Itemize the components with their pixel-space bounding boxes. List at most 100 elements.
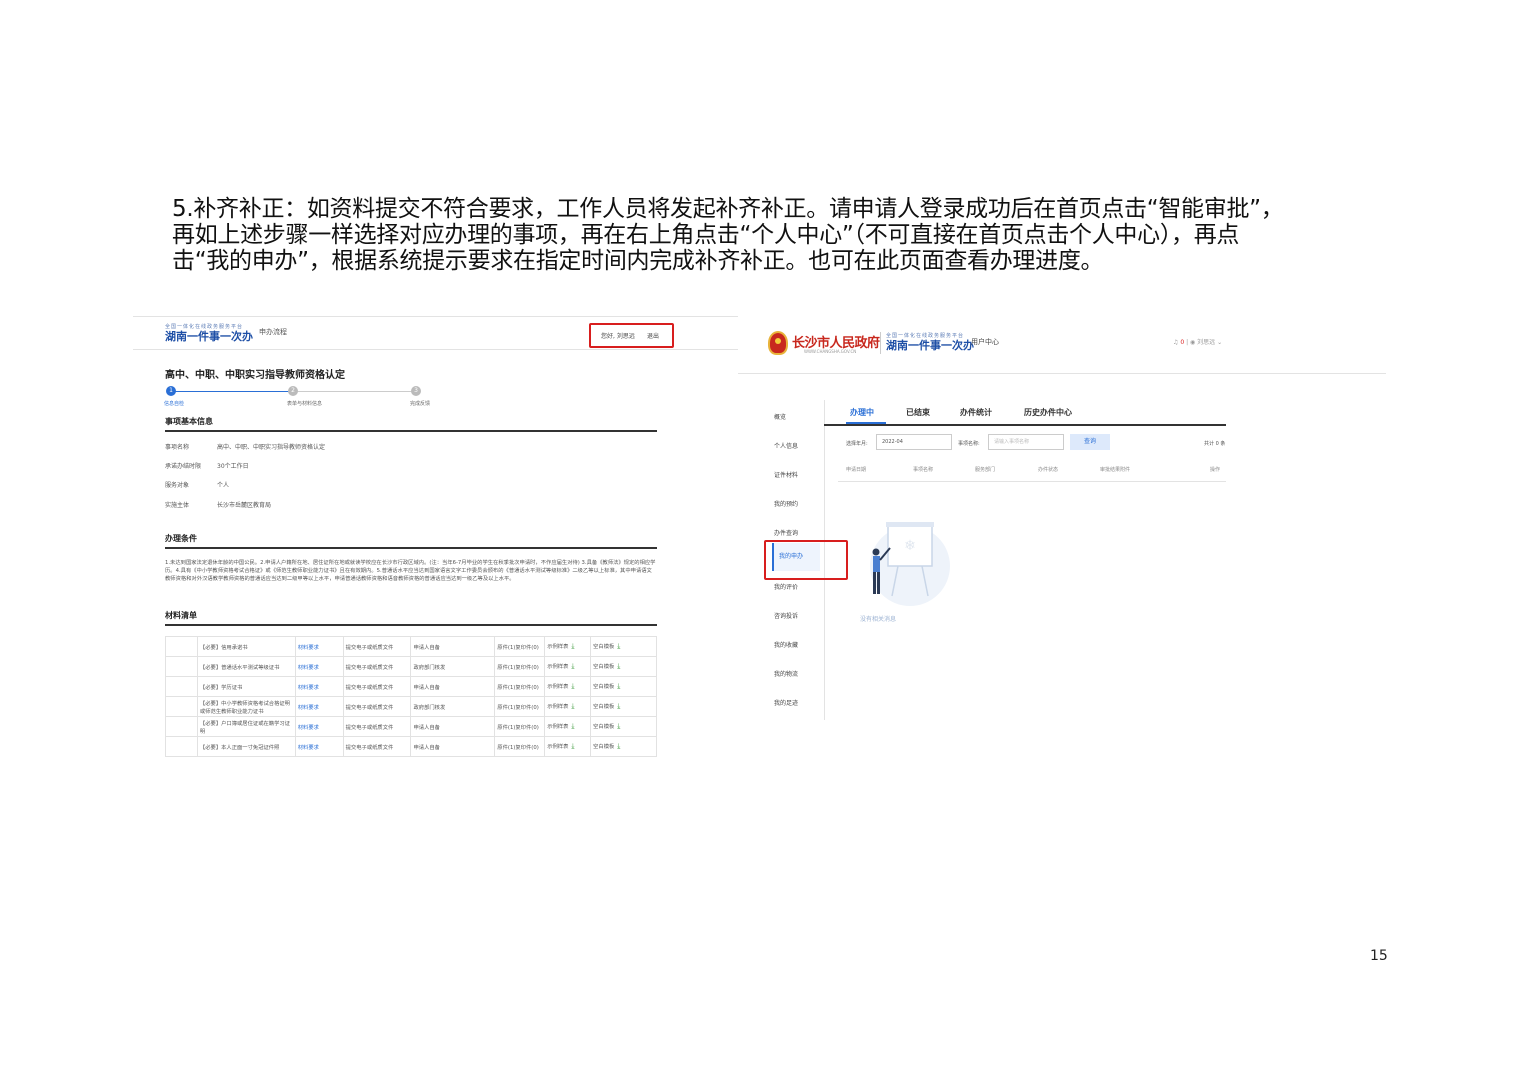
- column-header: 申请日期: [846, 467, 867, 473]
- total-count: 共计 0 条: [1204, 441, 1226, 447]
- top-header: 长沙市人民政府 WWW.CHANGSHA.GOV.CN 全国一体化在线政务服务平…: [738, 316, 1386, 374]
- item-name-label: 事项名称:: [958, 441, 980, 447]
- user-name-menu[interactable]: 刘思远: [1197, 339, 1215, 346]
- blank-template-link[interactable]: 空白模板 ⤓: [590, 736, 657, 757]
- tab-bar: 办理中 已结束 办件统计 历史办件中心: [824, 404, 1226, 426]
- user-area-highlight: 您好, 刘思远 退出: [589, 323, 674, 348]
- svg-text:❄: ❄: [904, 538, 916, 554]
- gov-url: WWW.CHANGSHA.GOV.CN: [804, 349, 857, 354]
- sidebar-item-favorites[interactable]: 我的收藏: [774, 640, 798, 649]
- column-header: 事项名称: [913, 467, 934, 473]
- material-requirement-link[interactable]: 材料要求: [294, 696, 344, 717]
- instruction-line: 5.补齐补正：如资料提交不符合要求，工作人员将发起补齐补正。请申请人登录成功后在…: [172, 196, 1284, 222]
- download-icon: ⤓: [617, 662, 621, 670]
- blank-template-link[interactable]: 空白模板 ⤓: [590, 696, 657, 717]
- download-icon: ⤓: [571, 642, 575, 650]
- sample-link[interactable]: 示例样表 ⤓: [544, 636, 592, 657]
- tab-in-progress[interactable]: 办理中: [850, 407, 874, 418]
- table-row: 【必要】中小学教师资格考试合格证明或师范生教师职业能力证书 材料要求 提交电子或纸质…: [165, 696, 657, 717]
- sidebar-item-case-query[interactable]: 办件查询: [774, 528, 798, 537]
- download-icon: ⤓: [571, 722, 575, 730]
- year-month-input[interactable]: 2022-04: [876, 434, 952, 450]
- empty-state-illustration: ❄: [870, 522, 950, 606]
- basic-info-row: 承诺办结时限 30个工作日: [165, 463, 249, 470]
- material-requirement-link[interactable]: 材料要求: [294, 716, 344, 737]
- tab-history-center[interactable]: 历史办件中心: [1024, 407, 1072, 418]
- top-header: 全国一体化在线政务服务平台 湖南一件事一次办 申办流程 您好, 刘思远 退出: [133, 316, 738, 350]
- sidebar-item-personal-info[interactable]: 个人信息: [774, 441, 798, 450]
- sample-link[interactable]: 示例样表 ⤓: [544, 736, 592, 757]
- notification-count[interactable]: 0: [1180, 339, 1184, 346]
- chevron-down-icon[interactable]: ⌄: [1217, 339, 1222, 346]
- material-requirement-link[interactable]: 材料要求: [294, 676, 344, 697]
- download-icon: ⤓: [571, 662, 575, 670]
- logout-link[interactable]: 退出: [647, 331, 659, 340]
- sidebar-item-overview[interactable]: 概览: [774, 412, 786, 421]
- greeting-link[interactable]: 您好, 刘思远: [601, 331, 635, 340]
- user-icon: ◉: [1190, 339, 1196, 346]
- sidebar-item-complaints[interactable]: 咨询投诉: [774, 611, 798, 620]
- sidebar-item-history[interactable]: 我的足迹: [774, 698, 798, 707]
- blank-template-link[interactable]: 空白模板 ⤓: [590, 716, 657, 737]
- empty-state-text: 没有相关消息: [860, 616, 897, 623]
- sample-link[interactable]: 示例样表 ⤓: [544, 696, 592, 717]
- download-icon: ⤓: [571, 702, 575, 710]
- sample-link[interactable]: 示例样表 ⤓: [544, 716, 592, 737]
- table-row: 【必要】本人正面一寸免冠证件照 材料要求 提交电子或纸质文件 申请人自备 原件(1)复印…: [165, 736, 657, 757]
- tab-finished[interactable]: 已结束: [906, 407, 930, 418]
- top-right-user: ♫ 0 | ◉ 刘思远 ⌄: [1173, 339, 1223, 346]
- materials-heading: 材料清单: [165, 611, 197, 620]
- divider: [880, 332, 881, 354]
- divider: [838, 481, 1226, 482]
- step-3-dot: 3: [411, 386, 421, 396]
- table-row: 【必要】信用承诺书 材料要求 提交电子或纸质文件 申请人自备 原件(1)复印件(0) 示例…: [165, 636, 657, 657]
- instruction-text: 5.补齐补正：如资料提交不符合要求，工作人员将发起补齐补正。请申请人登录成功后在…: [172, 196, 1362, 274]
- download-icon: ⤓: [617, 742, 621, 750]
- flow-link[interactable]: 申办流程: [259, 327, 287, 337]
- download-icon: ⤓: [617, 682, 621, 690]
- step-2-label: 表单与材料信息: [287, 401, 323, 407]
- download-icon: ⤓: [617, 722, 621, 730]
- material-requirement-link[interactable]: 材料要求: [294, 736, 344, 757]
- instruction-line: 击“我的申办”，根据系统提示要求在指定时间内完成补齐补正。也可在此页面查看办理进…: [172, 248, 1104, 274]
- download-icon: ⤓: [571, 682, 575, 690]
- basic-info-row: 事项名称 高中、中职、中职实习指导教师资格认定: [165, 444, 326, 451]
- sample-link[interactable]: 示例样表 ⤓: [544, 676, 592, 697]
- material-requirement-link[interactable]: 材料要求: [294, 656, 344, 677]
- page-number: 15: [1370, 948, 1388, 964]
- materials-table: 【必要】信用承诺书 材料要求 提交电子或纸质文件 申请人自备 原件(1)复印件(0) 示例…: [165, 636, 657, 757]
- active-tab-indicator: [846, 422, 886, 424]
- basic-info-row: 服务对象 个人: [165, 482, 230, 489]
- step-2-dot: 2: [288, 386, 298, 396]
- instruction-line: 再如上述步骤一样选择对应办理的事项，再在右上角点击“个人中心”（不可直接在首页点…: [172, 222, 1240, 248]
- download-icon: ⤓: [571, 742, 575, 750]
- column-header: 办件状态: [1038, 467, 1059, 473]
- basic-info-heading: 事项基本信息: [165, 417, 213, 426]
- platform-logo[interactable]: 全国一体化在线政务服务平台 湖南一件事一次办: [165, 323, 253, 343]
- sidebar-item-logistics[interactable]: 我的物流: [774, 669, 798, 678]
- tab-statistics[interactable]: 办件统计: [960, 407, 992, 418]
- step-1-label: 信息自检: [164, 401, 185, 407]
- download-icon: ⤓: [617, 642, 621, 650]
- table-row: 【必要】普通话水平测试等级证书 材料要求 提交电子或纸质文件 政府部门核发 原件(1)复…: [165, 656, 657, 677]
- table-row: 【必要】户口簿或居住证或在籍学习证明 材料要求 提交电子或纸质文件 申请人自备 原件(1…: [165, 716, 657, 737]
- sidebar-item-appointments[interactable]: 我的预约: [774, 499, 798, 508]
- material-requirement-link[interactable]: 材料要求: [294, 636, 344, 657]
- item-name-input[interactable]: 请输入事项名称: [988, 434, 1064, 450]
- my-applications-highlight: [764, 540, 848, 580]
- blank-template-link[interactable]: 空白模板 ⤓: [590, 676, 657, 697]
- basic-info-row: 实施主体 长沙市岳麓区教育局: [165, 502, 272, 509]
- sidebar-item-documents[interactable]: 证件材料: [774, 470, 798, 479]
- bell-icon[interactable]: ♫: [1173, 339, 1178, 346]
- conditions-heading: 办理条件: [165, 534, 197, 543]
- sidebar-item-my-reviews[interactable]: 我的评价: [774, 582, 798, 591]
- divider: [165, 547, 657, 549]
- screenshot-application-page: 全国一体化在线政务服务平台 湖南一件事一次办 申办流程 您好, 刘思远 退出 高…: [133, 316, 738, 764]
- blank-template-link[interactable]: 空白模板 ⤓: [590, 636, 657, 657]
- table-row: 【必要】学历证书 材料要求 提交电子或纸质文件 申请人自备 原件(1)复印件(0) 示例样…: [165, 676, 657, 697]
- blank-template-link[interactable]: 空白模板 ⤓: [590, 656, 657, 677]
- sample-link[interactable]: 示例样表 ⤓: [544, 656, 592, 677]
- service-title: 高中、中职、中职实习指导教师资格认定: [165, 370, 345, 381]
- query-button[interactable]: 查询: [1070, 434, 1110, 450]
- platform-logo[interactable]: 全国一体化在线政务服务平台 湖南一件事一次办: [886, 332, 974, 352]
